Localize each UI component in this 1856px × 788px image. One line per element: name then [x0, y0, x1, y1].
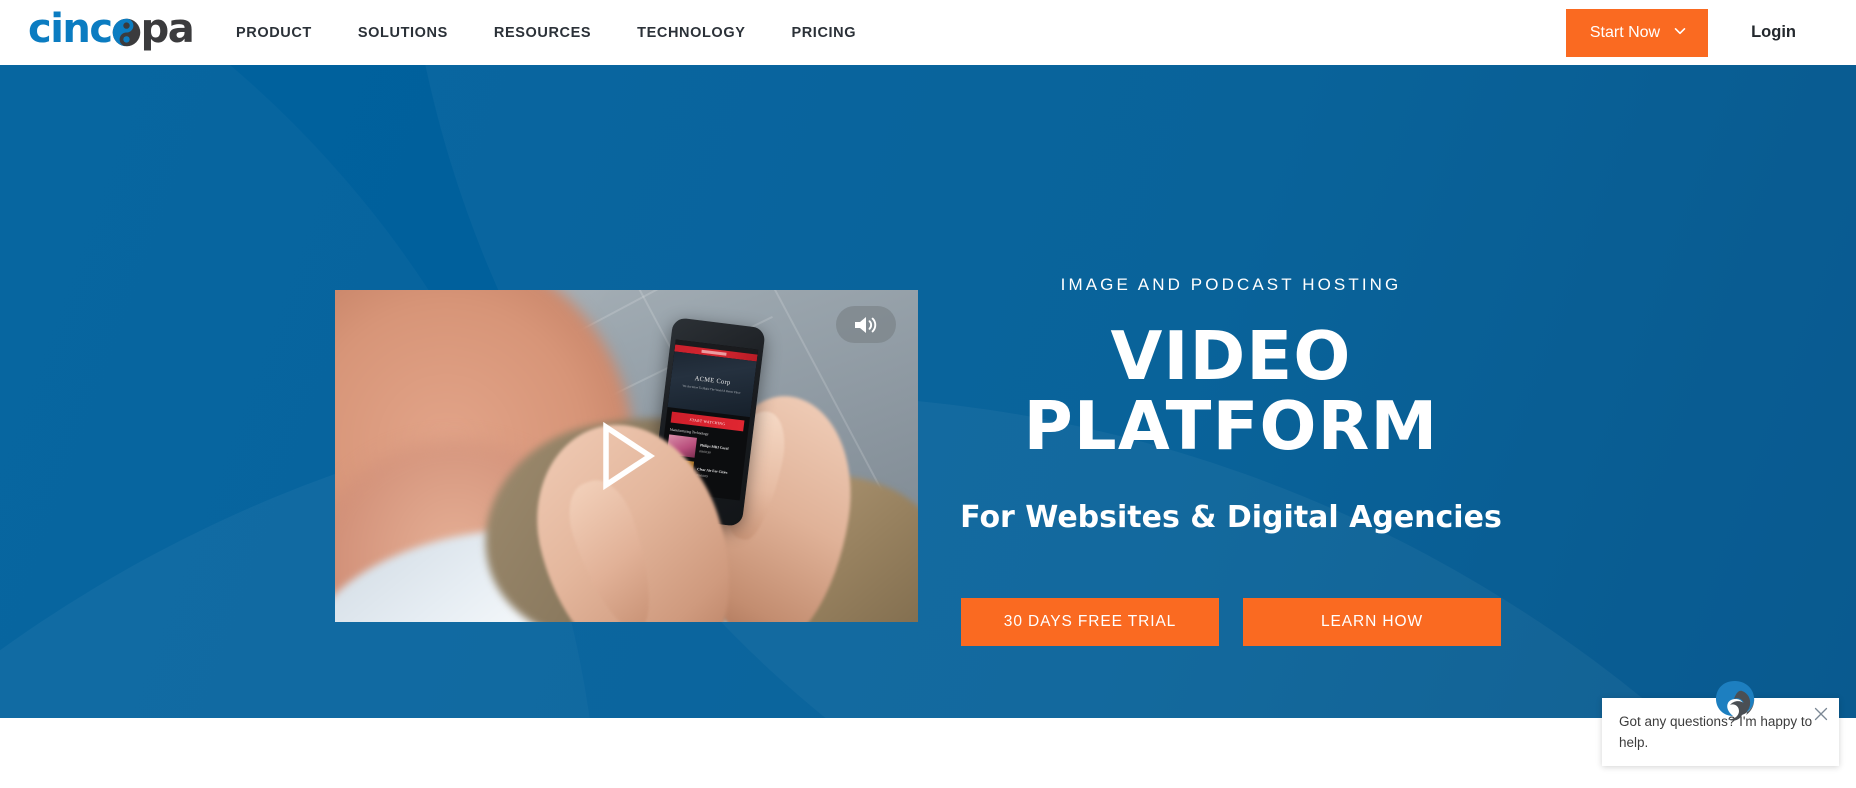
site-header: cinc pa PRODUCT SOLUTIONS RESOURCES TECH…: [0, 0, 1856, 65]
cincopa-logo[interactable]: cinc pa: [28, 6, 198, 52]
yin-yang-c-icon: [112, 18, 141, 47]
hero-copy: IMAGE AND PODCAST HOSTING VIDEO PLATFORM…: [952, 275, 1510, 646]
hero-title: VIDEO PLATFORM: [1023, 317, 1439, 466]
cincopa-avatar-icon: [1712, 678, 1758, 724]
hero-cta-group: 30 DAYS FREE TRIAL LEARN HOW: [952, 597, 1510, 646]
login-link[interactable]: Login: [1751, 23, 1796, 42]
hero-video-player[interactable]: ACME Corp We Are Here To Make The World …: [335, 290, 918, 622]
nav-item-product[interactable]: PRODUCT: [236, 25, 312, 41]
phone-video-meta: Philips MRI Coral 00:00:30: [699, 438, 730, 461]
nav-item-technology[interactable]: TECHNOLOGY: [637, 25, 745, 41]
page-content-below-hero: [0, 718, 1856, 788]
hero-section: ACME Corp We Are Here To Make The World …: [0, 65, 1856, 718]
chat-widget: Got any questions? I'm happy to help.: [1602, 678, 1839, 766]
main-navigation: PRODUCT SOLUTIONS RESOURCES TECHNOLOGY P…: [236, 0, 856, 65]
hero-eyebrow: IMAGE AND PODCAST HOSTING: [1060, 275, 1402, 294]
nav-item-resources[interactable]: RESOURCES: [494, 25, 591, 41]
learn-how-button[interactable]: LEARN HOW: [1243, 597, 1501, 646]
close-x-icon[interactable]: [1813, 706, 1829, 722]
start-now-label: Start Now: [1589, 23, 1661, 41]
start-now-button[interactable]: Start Now: [1565, 8, 1709, 57]
logo-text-part2: pa: [140, 6, 195, 52]
header-actions: Start Now Login: [1565, 0, 1856, 65]
chevron-down-icon: [1674, 25, 1686, 37]
phone-site-tagline: We Are Here To Make The World A Better P…: [682, 383, 741, 395]
nav-item-pricing[interactable]: PRICING: [791, 25, 856, 41]
play-triangle-icon[interactable]: [596, 422, 658, 490]
sound-toggle-button[interactable]: [836, 306, 896, 343]
free-trial-button[interactable]: 30 DAYS FREE TRIAL: [961, 597, 1219, 646]
phone-site-title: ACME Corp: [694, 375, 731, 387]
phone-video-time: 00:00:30: [699, 449, 711, 455]
phone-site-hero: ACME Corp We Are Here To Make The World …: [667, 351, 757, 418]
speaker-on-icon: [853, 314, 879, 336]
logo-wordmark: cinc pa: [28, 6, 195, 52]
hero-subtitle: For Websites & Digital Agencies: [960, 499, 1502, 535]
nav-item-solutions[interactable]: SOLUTIONS: [358, 25, 448, 41]
logo-text-part1: cinc: [28, 6, 113, 52]
